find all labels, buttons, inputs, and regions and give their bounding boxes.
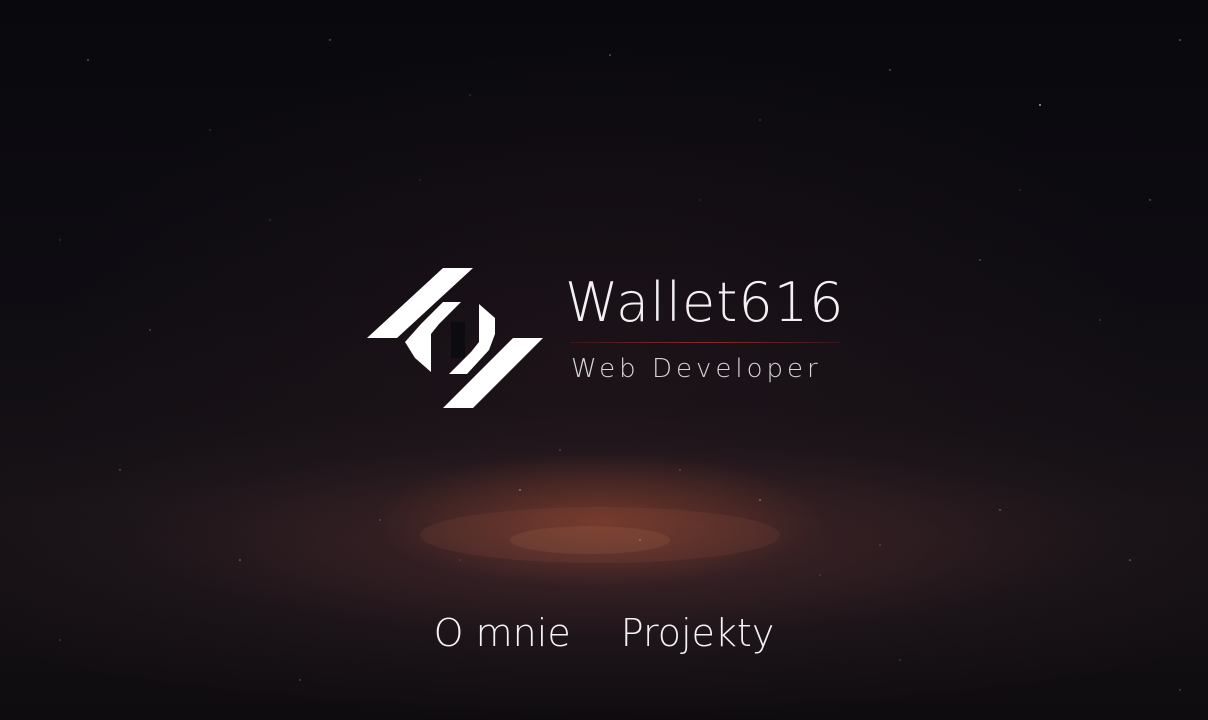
wallet616-logo-icon [367, 268, 543, 408]
site-tagline: Web Developer [571, 354, 822, 384]
site-title: Wallet616 [565, 271, 845, 334]
hero-section: Wallet616 Web Developer O mnie Projekty [0, 0, 1208, 720]
brand-block: Wallet616 Web Developer [365, 262, 845, 422]
nav-link-projects[interactable]: Projekty [621, 608, 775, 658]
title-divider [570, 342, 840, 343]
main-nav: O mnie Projekty [0, 608, 1208, 658]
nav-link-about[interactable]: O mnie [434, 608, 571, 658]
